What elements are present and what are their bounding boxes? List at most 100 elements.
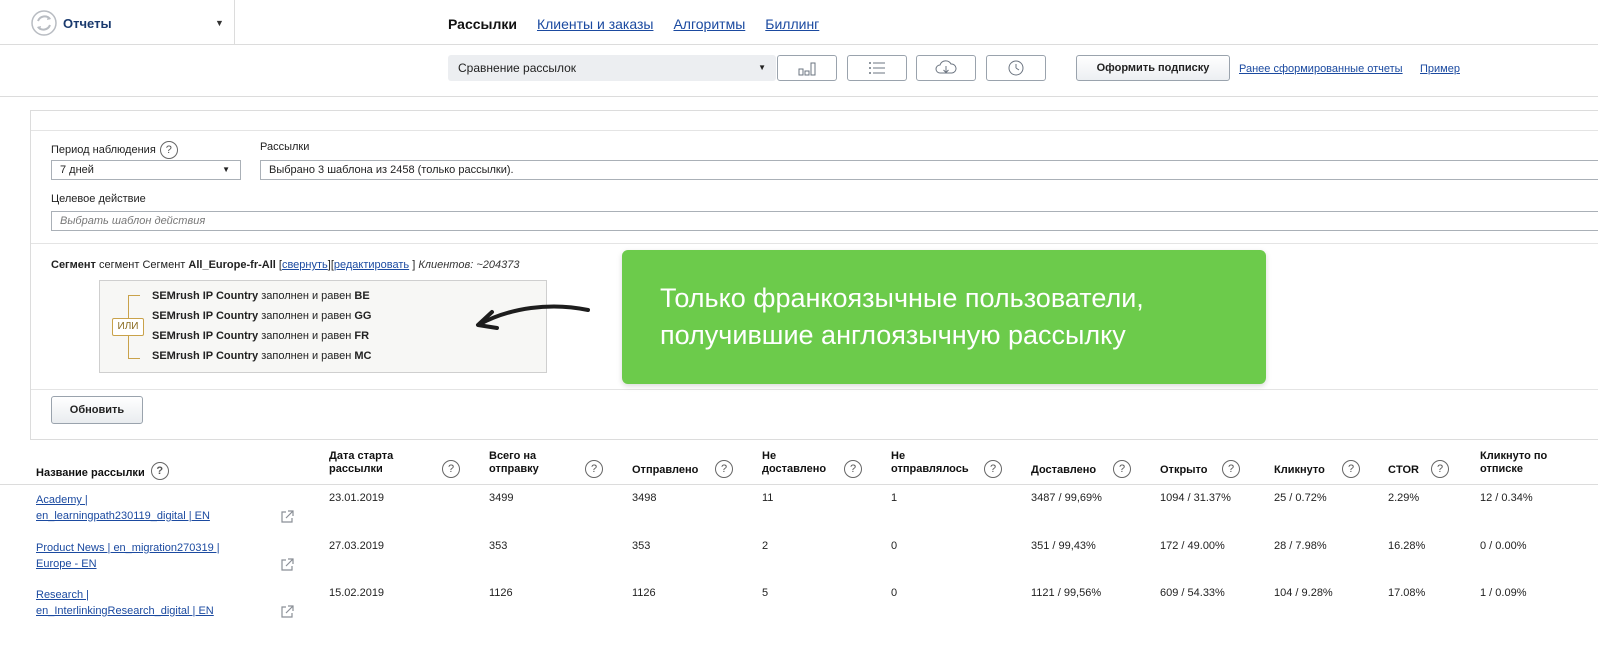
start-date: 27.03.2019 xyxy=(329,540,385,552)
caret-down-icon: ▼ xyxy=(758,63,766,72)
period-select[interactable]: 7 дней ▼ xyxy=(51,160,241,180)
nav-item-mailings[interactable]: Рассылки xyxy=(448,16,517,32)
mailing-name-link[interactable]: Product News | en_migration270319 | Europ… xyxy=(36,540,276,572)
segment-prefix: Сегмент xyxy=(51,259,96,271)
clients-count: Клиентов: ~204373 xyxy=(418,259,520,271)
callout-line-1: Только франкоязычные пользователи, xyxy=(660,283,1144,313)
nav-item-clients-orders[interactable]: Клиенты и заказы xyxy=(537,16,653,32)
help-icon[interactable]: ? xyxy=(1431,460,1449,478)
history-button[interactable] xyxy=(986,55,1046,81)
col-header-label: Открыто xyxy=(1160,464,1208,476)
condition-op: заполнен и равен xyxy=(261,330,352,342)
not-delivered-count: 11 xyxy=(762,492,774,504)
condition-row: SEMrush IP Country заполнен и равен GG xyxy=(152,310,372,322)
col-header-start: Дата старта рассылки xyxy=(329,450,393,476)
clicked-value: 104 / 9.28% xyxy=(1274,587,1333,599)
col-header-label: Не xyxy=(762,450,777,462)
help-icon[interactable]: ? xyxy=(1342,460,1360,478)
target-action-field[interactable]: Выбрать шаблон действия xyxy=(51,211,1598,231)
target-action-placeholder: Выбрать шаблон действия xyxy=(60,215,206,227)
total-count: 1126 xyxy=(489,587,513,599)
sent-count: 3498 xyxy=(632,492,657,504)
table-header: Название рассылки? Дата старта рассылки ?… xyxy=(0,445,1598,485)
callout-line-2: получившие англоязычную рассылку xyxy=(660,320,1126,350)
arrow-icon xyxy=(476,304,590,330)
app-title: Отчеты xyxy=(63,16,112,31)
chart-view-button[interactable] xyxy=(777,55,837,81)
col-header-label: Дата старта xyxy=(329,450,394,462)
toolbar: Сравнение рассылок ▼ Оформить подписку Р… xyxy=(0,45,1598,97)
col-header-label: Доставлено xyxy=(1031,464,1097,476)
refresh-logo-icon xyxy=(31,10,57,36)
list-view-button[interactable] xyxy=(847,55,907,81)
total-count: 353 xyxy=(489,540,508,552)
col-header-sent: Отправлено xyxy=(632,464,698,477)
col-header-label: Кликнуто xyxy=(1274,464,1325,476)
mailing-name-line: Research | xyxy=(36,589,89,601)
main-nav: Рассылки Клиенты и заказы Алгоритмы Билл… xyxy=(448,16,819,32)
condition-value: GG xyxy=(354,310,372,322)
help-icon[interactable]: ? xyxy=(159,141,178,159)
condition-row: SEMrush IP Country заполнен и равен MC xyxy=(152,350,371,362)
report-type-value: Сравнение рассылок xyxy=(458,61,577,75)
mailings-field[interactable]: Выбрано 3 шаблона из 2458 (только рассыл… xyxy=(260,160,1598,180)
condition-op: заполнен и равен xyxy=(261,350,352,362)
help-icon[interactable]: ? xyxy=(844,460,862,478)
not-sent-count: 1 xyxy=(891,492,898,504)
mailing-name-link[interactable]: Academy | en_learningpath230119_digital |… xyxy=(36,492,276,524)
report-type-select[interactable]: Сравнение рассылок ▼ xyxy=(448,55,776,81)
list-icon xyxy=(869,62,885,74)
mailing-name-line: en_learningpath230119_digital | EN xyxy=(36,510,210,522)
col-header-label: отправлялось xyxy=(891,463,969,475)
annotation-callout: Только франкоязычные пользователи, получ… xyxy=(622,250,1266,384)
period-value: 7 дней xyxy=(60,164,94,176)
help-icon[interactable]: ? xyxy=(585,460,603,478)
app-switcher[interactable]: Отчеты ▼ xyxy=(0,0,235,45)
start-date: 15.02.2019 xyxy=(329,587,385,599)
refresh-button[interactable]: Обновить xyxy=(51,396,143,424)
total-count: 3499 xyxy=(489,492,514,504)
col-header-delivered: Доставлено xyxy=(1031,464,1096,477)
clicked-value: 28 / 7.98% xyxy=(1274,540,1327,552)
edit-link[interactable]: редактировать xyxy=(334,259,409,271)
not-sent-count: 0 xyxy=(891,540,898,552)
col-header-total: Всего на отправку xyxy=(489,450,539,476)
table-row: Academy | en_learningpath230119_digital |… xyxy=(0,490,1598,536)
condition-op: заполнен и равен xyxy=(261,290,352,302)
condition-op: заполнен и равен xyxy=(261,310,352,322)
help-icon[interactable]: ? xyxy=(442,460,460,478)
help-icon[interactable]: ? xyxy=(150,462,169,480)
download-button[interactable] xyxy=(916,55,976,81)
clicked-value: 25 / 0.72% xyxy=(1274,492,1327,504)
mailing-name-link[interactable]: Research | en_InterlinkingResearch_digita… xyxy=(36,587,276,619)
not-sent-count: 0 xyxy=(891,587,898,599)
external-link-icon[interactable] xyxy=(279,557,295,573)
nav-item-algorithms[interactable]: Алгоритмы xyxy=(673,16,745,32)
cloud-download-icon xyxy=(935,60,957,74)
external-link-icon[interactable] xyxy=(279,604,295,620)
col-header-label: Не xyxy=(891,450,906,462)
divider xyxy=(31,243,1598,244)
opened-value: 172 / 49.00% xyxy=(1160,540,1225,552)
help-icon[interactable]: ? xyxy=(984,460,1002,478)
ctor-value: 16.28% xyxy=(1388,540,1426,552)
delivered-value: 3487 / 99,69% xyxy=(1031,492,1102,504)
help-icon[interactable]: ? xyxy=(1222,460,1240,478)
subscribe-button[interactable]: Оформить подписку xyxy=(1076,55,1230,81)
mailings-value: Выбрано 3 шаблона из 2458 (только рассыл… xyxy=(269,164,514,176)
col-header-label: доставлено xyxy=(762,463,827,475)
external-link-icon[interactable] xyxy=(279,509,295,525)
segment-prefix-text: сегмент Сегмент xyxy=(99,259,186,271)
col-header-label: Всего на xyxy=(489,450,537,462)
top-bar: Отчеты ▼ Рассылки Клиенты и заказы Алгор… xyxy=(0,0,1598,45)
nav-item-billing[interactable]: Биллинг xyxy=(765,16,819,32)
col-header-label: Кликнуто по xyxy=(1480,450,1548,462)
example-link[interactable]: Пример xyxy=(1420,63,1460,75)
help-icon[interactable]: ? xyxy=(715,460,733,478)
ctor-value: 2.29% xyxy=(1388,492,1420,504)
collapse-link[interactable]: свернуть xyxy=(282,259,328,271)
previous-reports-link[interactable]: Ранее сформированные отчеты xyxy=(1239,63,1403,75)
table-row: Research | en_InterlinkingResearch_digita… xyxy=(0,585,1598,631)
help-icon[interactable]: ? xyxy=(1113,460,1131,478)
condition-value: FR xyxy=(354,330,370,342)
